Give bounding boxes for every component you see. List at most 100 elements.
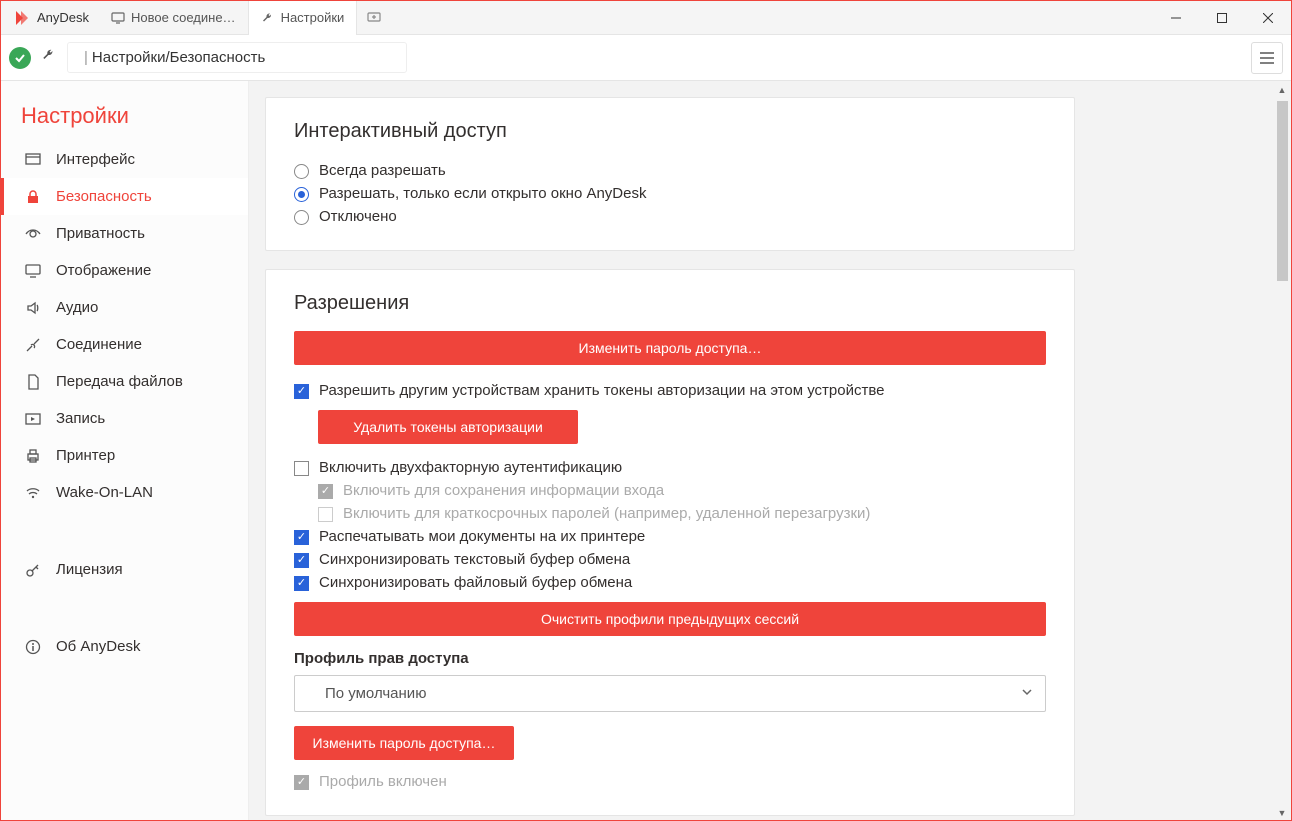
scrollbar[interactable]: ▲ ▼ — [1275, 83, 1289, 820]
monitor-icon — [111, 11, 125, 25]
checkbox-allow-tokens[interactable]: Разрешить другим устройствам хранить ток… — [294, 379, 1046, 402]
sidebar: Настройки Интерфейс Безопасность Приватн… — [1, 81, 249, 820]
profile-select[interactable]: По умолчанию — [294, 675, 1046, 712]
card-title: Интерактивный доступ — [294, 120, 1046, 143]
checkbox-label: Синхронизировать текстовый буфер обмена — [319, 551, 630, 568]
checkbox-label: Разрешить другим устройствам хранить ток… — [319, 382, 884, 399]
checkbox-icon — [294, 775, 309, 790]
sidebar-item-label: Аудио — [56, 299, 98, 316]
interface-icon — [24, 152, 42, 168]
card-permissions: Разрешения Изменить пароль доступа… Разр… — [265, 269, 1075, 816]
sidebar-item-audio[interactable]: Аудио — [1, 289, 248, 326]
checkbox-icon — [294, 461, 309, 476]
sidebar-item-label: Безопасность — [56, 188, 152, 205]
file-icon — [24, 374, 42, 390]
radio-disabled[interactable]: Отключено — [294, 205, 1046, 228]
privacy-icon — [24, 226, 42, 242]
breadcrumb-leaf: Безопасность — [170, 49, 266, 66]
tab-label: Новое соедине… — [131, 10, 236, 25]
tab-new-connection[interactable]: Новое соедине… — [99, 1, 249, 35]
close-button[interactable] — [1245, 1, 1291, 35]
checkbox-label: Включить двухфакторную аутентификацию — [319, 459, 622, 476]
wrench-icon — [41, 47, 57, 68]
sidebar-item-license[interactable]: Лицензия — [1, 551, 248, 588]
breadcrumb[interactable]: | Настройки/Безопасность — [67, 42, 407, 73]
sidebar-item-security[interactable]: Безопасность — [1, 178, 248, 215]
sidebar-item-label: Запись — [56, 410, 105, 427]
checkbox-icon — [294, 384, 309, 399]
card-interactive-access: Интерактивный доступ Всегда разрешать Ра… — [265, 97, 1075, 251]
checkbox-label: Включить для сохранения информации входа — [343, 482, 664, 499]
window-controls — [1153, 1, 1291, 35]
clear-profiles-button[interactable]: Очистить профили предыдущих сессий — [294, 602, 1046, 636]
maximize-button[interactable] — [1199, 1, 1245, 35]
checkbox-icon — [318, 484, 333, 499]
sidebar-item-interface[interactable]: Интерфейс — [1, 141, 248, 178]
change-password-button-2[interactable]: Изменить пароль доступа… — [294, 726, 514, 760]
radio-icon — [294, 164, 309, 179]
checkbox-icon — [294, 553, 309, 568]
new-tab-button[interactable] — [357, 1, 391, 35]
checkbox-twofa-save-login: Включить для сохранения информации входа — [318, 479, 1046, 502]
checkbox-label: Синхронизировать файловый буфер обмена — [319, 574, 632, 591]
key-icon — [24, 562, 42, 578]
change-password-button[interactable]: Изменить пароль доступа… — [294, 331, 1046, 365]
lock-icon — [24, 189, 42, 205]
sidebar-item-label: Соединение — [56, 336, 142, 353]
sidebar-item-label: Отображение — [56, 262, 151, 279]
checkbox-icon — [294, 576, 309, 591]
radio-icon — [294, 187, 309, 202]
tab-settings[interactable]: Настройки — [249, 1, 358, 35]
scroll-up-icon[interactable]: ▲ — [1275, 83, 1289, 97]
anydesk-logo-icon — [11, 8, 31, 28]
sidebar-item-label: Передача файлов — [56, 373, 183, 390]
card-title: Разрешения — [294, 292, 1046, 315]
checkbox-print[interactable]: Распечатывать мои документы на их принте… — [294, 525, 1046, 548]
titlebar: AnyDesk Новое соедине… Настройки — [1, 1, 1291, 35]
checkbox-label: Профиль включен — [319, 773, 447, 790]
checkbox-twofa-temp-passwords: Включить для краткосрочных паролей (напр… — [318, 502, 1046, 525]
minimize-button[interactable] — [1153, 1, 1199, 35]
printer-icon — [24, 448, 42, 464]
radio-allow-when-window-open[interactable]: Разрешать, только если открыто окно AnyD… — [294, 182, 1046, 205]
checkbox-twofa[interactable]: Включить двухфакторную аутентификацию — [294, 456, 1046, 479]
menu-button[interactable] — [1251, 42, 1283, 74]
sidebar-item-label: Принтер — [56, 447, 115, 464]
sidebar-item-file-transfer[interactable]: Передача файлов — [1, 363, 248, 400]
scroll-thumb[interactable] — [1277, 101, 1288, 281]
checkbox-sync-file-clipboard[interactable]: Синхронизировать файловый буфер обмена — [294, 571, 1046, 594]
info-icon — [24, 639, 42, 655]
radio-label: Отключено — [319, 208, 397, 225]
chevron-down-icon — [1021, 685, 1033, 702]
sidebar-item-connection[interactable]: Соединение — [1, 326, 248, 363]
sidebar-item-wol[interactable]: Wake-On-LAN — [1, 474, 248, 511]
connection-icon — [24, 337, 42, 353]
app-name: AnyDesk — [37, 10, 89, 25]
display-icon — [24, 263, 42, 279]
profile-label: Профиль прав доступа — [294, 650, 1046, 667]
wifi-icon — [24, 485, 42, 501]
radio-icon — [294, 210, 309, 225]
checkbox-label: Включить для краткосрочных паролей (напр… — [343, 505, 870, 522]
checkbox-label: Распечатывать мои документы на их принте… — [319, 528, 645, 545]
content-area: Интерактивный доступ Всегда разрешать Ра… — [249, 81, 1291, 820]
sidebar-item-label: Интерфейс — [56, 151, 135, 168]
tab-label: Настройки — [281, 10, 345, 25]
sidebar-item-label: Приватность — [56, 225, 145, 242]
record-icon — [24, 411, 42, 427]
sidebar-item-recording[interactable]: Запись — [1, 400, 248, 437]
sidebar-item-label: Лицензия — [56, 561, 123, 578]
checkbox-sync-text-clipboard[interactable]: Синхронизировать текстовый буфер обмена — [294, 548, 1046, 571]
sidebar-item-about[interactable]: Об AnyDesk — [1, 628, 248, 665]
delete-tokens-button[interactable]: Удалить токены авторизации — [318, 410, 578, 444]
radio-label: Всегда разрешать — [319, 162, 446, 179]
sidebar-title: Настройки — [1, 95, 248, 141]
radio-always-allow[interactable]: Всегда разрешать — [294, 159, 1046, 182]
wrench-icon — [261, 11, 275, 25]
sidebar-item-display[interactable]: Отображение — [1, 252, 248, 289]
audio-icon — [24, 300, 42, 316]
sidebar-item-privacy[interactable]: Приватность — [1, 215, 248, 252]
sidebar-item-printer[interactable]: Принтер — [1, 437, 248, 474]
checkbox-profile-enabled: Профиль включен — [294, 770, 1046, 793]
scroll-down-icon[interactable]: ▼ — [1275, 806, 1289, 820]
